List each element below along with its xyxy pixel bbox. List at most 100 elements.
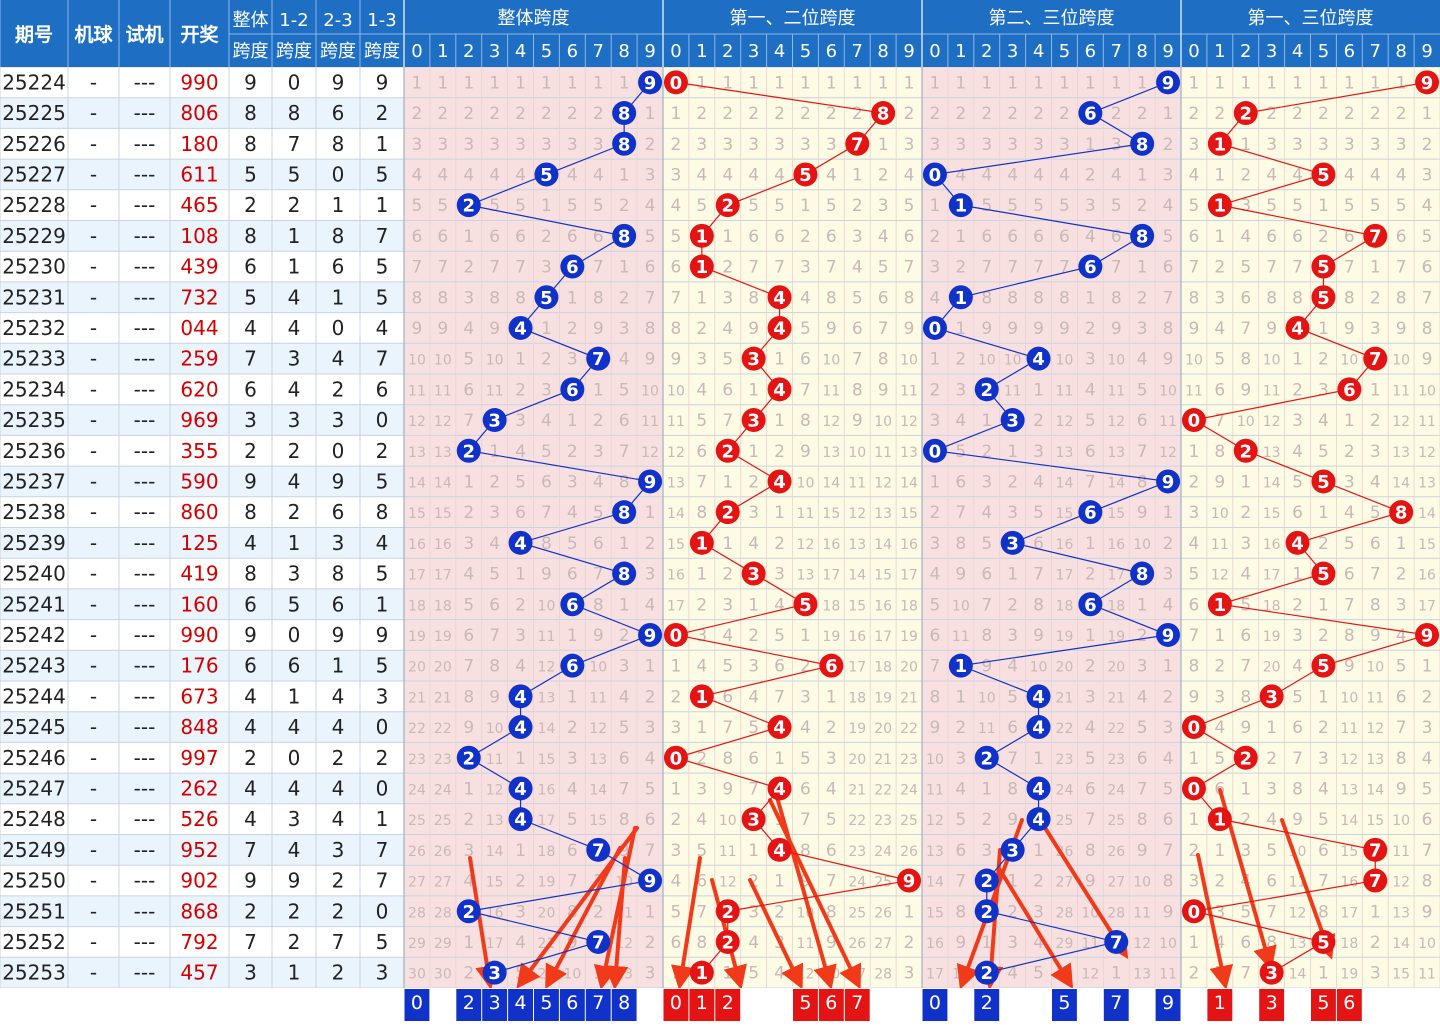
miss-count: 4 [955,165,966,185]
miss-count: 7 [671,288,682,308]
miss-count: 15 [667,537,685,553]
digit-header: 5 [800,41,811,62]
miss-count: 1 [1007,73,1018,93]
miss-count: 15 [848,598,866,614]
miss-count: 2 [774,534,785,554]
cell-machine: - [90,807,97,831]
miss-count: 1 [1137,73,1148,93]
digit-header: 5 [1318,41,1329,62]
cell-span: 3 [244,961,257,985]
miss-count: 1 [619,595,630,615]
miss-count: 2 [1007,902,1018,922]
miss-count: 3 [567,135,578,155]
miss-count: 16 [408,537,426,553]
miss-count: 10 [563,967,581,983]
miss-count: 4 [541,411,552,431]
miss-count: 19 [434,629,452,645]
miss-count: 6 [619,749,630,769]
cell-machine: - [90,961,97,985]
miss-count: 6 [412,227,423,247]
miss-count: 2 [619,288,630,308]
miss-count: 1 [1370,902,1381,922]
miss-count: 1 [1240,73,1251,93]
miss-count: 2 [1240,503,1251,523]
miss-count: 2 [645,933,656,953]
miss-count: 11 [1418,414,1436,430]
cell-test: --- [134,592,156,616]
miss-count: 3 [489,135,500,155]
cell-machine: - [90,838,97,862]
cell-period: 25239 [2,531,66,555]
miss-count: 5 [930,595,941,615]
miss-count: 10 [1107,353,1125,369]
miss-count: 1 [748,73,759,93]
miss-count: 6 [1344,565,1355,585]
span-ball-label: 4 [773,288,786,309]
miss-count: 2 [463,104,474,124]
miss-count: 2 [671,687,682,707]
miss-count: 6 [981,565,992,585]
miss-count: 6 [1085,442,1096,462]
miss-count: 11 [1159,414,1177,430]
miss-count: 8 [1163,872,1174,892]
digit-header: 0 [670,41,681,62]
miss-count: 16 [848,629,866,645]
miss-count: 5 [463,350,474,370]
miss-count: 5 [1266,841,1277,861]
miss-count: 21 [900,690,918,706]
cell-draw: 526 [180,807,218,831]
miss-count: 4 [1214,319,1225,339]
miss-count: 4 [1370,165,1381,185]
cell-span: 5 [288,162,301,186]
miss-count: 10 [1392,813,1410,829]
miss-count: 4 [1318,411,1329,431]
cell-machine: - [90,869,97,893]
miss-count: 14 [822,475,840,491]
span-ball-label: 7 [851,134,864,155]
cell-test: --- [134,285,156,309]
miss-count: 10 [926,752,944,768]
cell-span: 8 [244,224,257,248]
cell-period: 25236 [2,439,66,463]
miss-count: 3 [593,135,604,155]
miss-count: 2 [1318,227,1329,247]
miss-count: 2 [930,104,941,124]
cell-span: 9 [376,623,389,647]
cell-span: 6 [332,500,345,524]
miss-count: 4 [696,380,707,400]
miss-count: 5 [1240,902,1251,922]
miss-count: 25 [1056,813,1074,829]
miss-count: 5 [748,964,759,984]
cell-span: 5 [376,255,389,279]
miss-count: 3 [671,841,682,861]
cell-span: 8 [332,224,345,248]
miss-count: 9 [1422,350,1433,370]
miss-count: 5 [1163,227,1174,247]
miss-count: 5 [619,380,630,400]
miss-count: 2 [1292,104,1303,124]
miss-count: 2 [1422,687,1433,707]
miss-count: 1 [904,73,915,93]
miss-count: 6 [567,227,578,247]
miss-count: 6 [696,442,707,462]
miss-count: 2 [671,135,682,155]
cell-span: 7 [376,869,389,893]
span-ball-label: 1 [1214,134,1227,155]
digit-header: 5 [541,41,552,62]
miss-count: 1 [1214,626,1225,646]
miss-count: 2 [955,718,966,738]
miss-count: 14 [1392,936,1410,952]
miss-count: 9 [1059,319,1070,339]
miss-count: 1 [1318,687,1329,707]
miss-count: 13 [434,445,452,461]
cell-span: 1 [288,255,301,279]
miss-count: 4 [774,964,785,984]
miss-count: 3 [1422,165,1433,185]
miss-count: 7 [696,902,707,922]
miss-count: 2 [1370,933,1381,953]
miss-count: 13 [1366,752,1384,768]
cell-draw: 590 [180,469,218,493]
cell-span: 2 [376,101,389,125]
miss-count: 10 [667,383,685,399]
cell-span: 1 [332,285,345,309]
